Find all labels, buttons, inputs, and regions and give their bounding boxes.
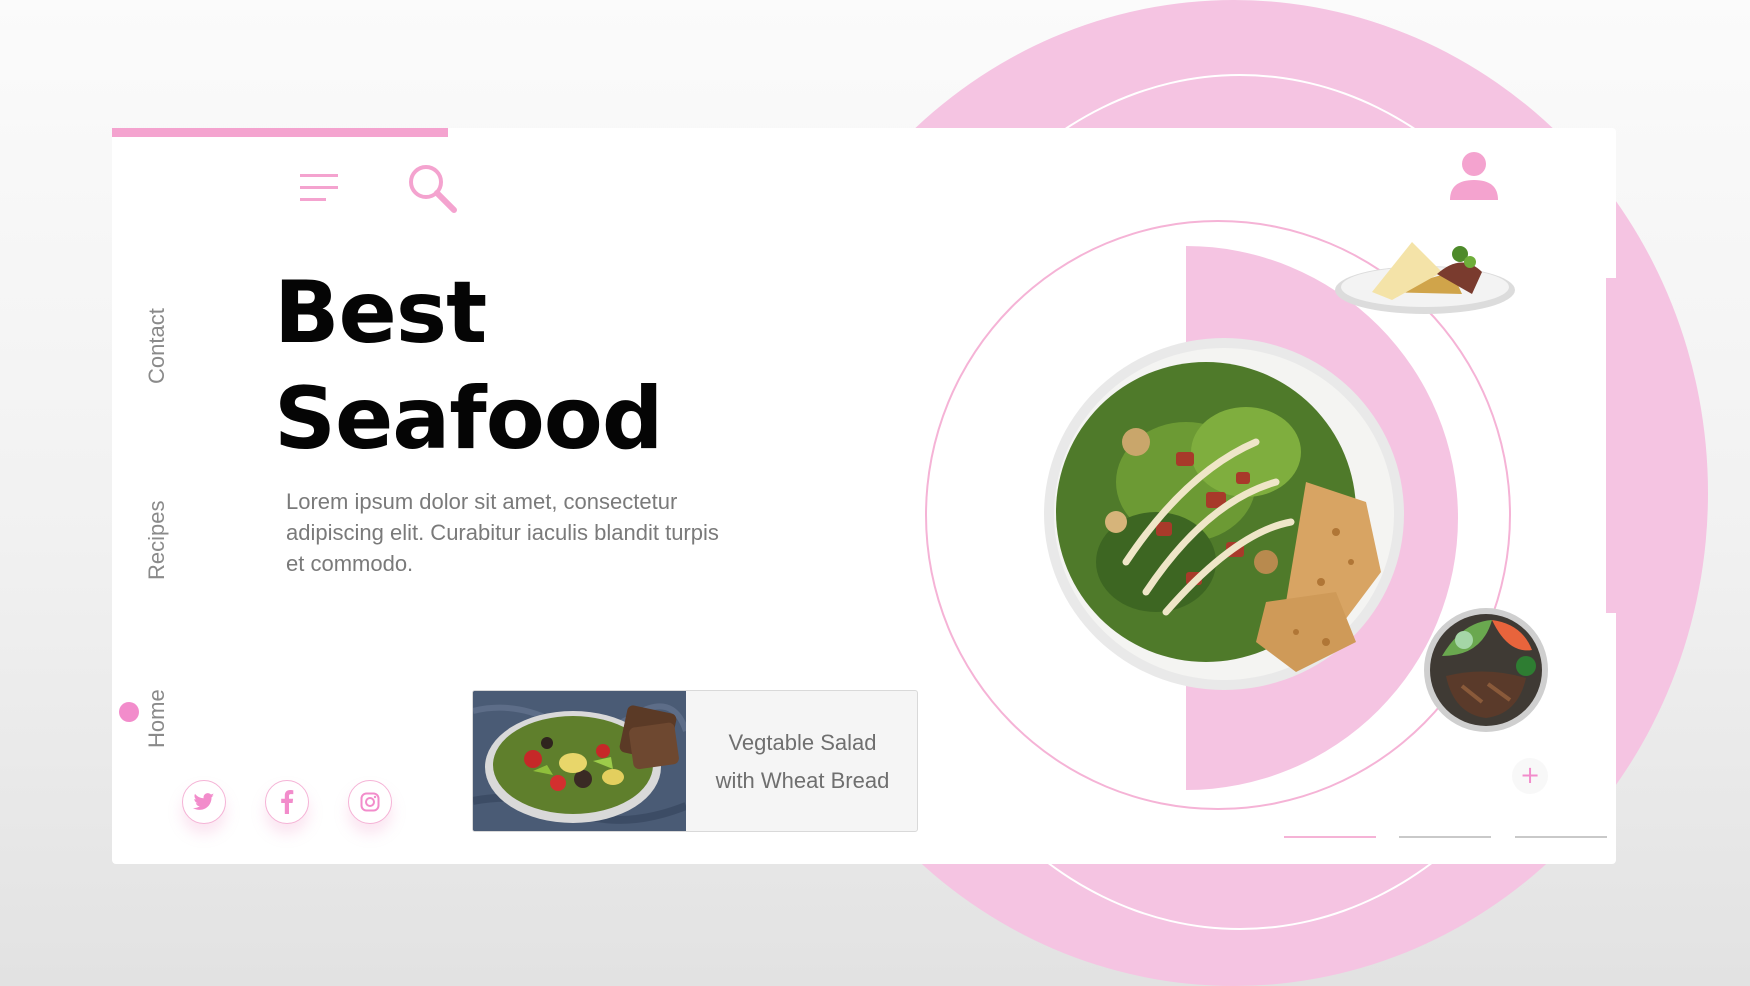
menu-icon[interactable] [298,170,340,206]
facebook-icon [281,790,294,814]
twitter-button[interactable] [182,780,226,824]
page-title: Best Seafood [274,260,834,472]
instagram-button[interactable] [348,780,392,824]
featured-recipe-card[interactable]: Vegtable Salad with Wheat Bread [472,690,918,832]
card-edge-strip [1606,278,1616,613]
active-nav-indicator [119,702,139,722]
nav-home[interactable]: Home [144,689,170,748]
card-accent-bar [112,128,448,137]
salad-image [473,691,689,831]
hero-description: Lorem ipsum dolor sit amet, consectetur … [286,489,719,576]
add-button[interactable]: + [1512,758,1548,794]
slide-indicator-1[interactable] [1284,836,1376,838]
sandwich-plate [1335,242,1515,314]
featured-recipe-label: Vegtable Salad with Wheat Bread [715,730,890,793]
search-icon[interactable] [406,162,458,214]
main-card: Contact Recipes Home Best Seafood Lorem … [112,128,1616,864]
nav-contact[interactable]: Contact [144,308,170,384]
slide-indicator-2[interactable] [1399,836,1491,838]
twitter-icon [193,793,215,810]
beef-bowl [1424,608,1548,732]
slide-indicator-3[interactable] [1515,836,1607,838]
title-line-1: Best [274,263,487,363]
user-icon[interactable] [1448,150,1500,202]
title-line-2: Seafood [274,369,663,469]
instagram-icon [360,792,380,812]
caesar-salad-plate [1044,338,1404,690]
facebook-button[interactable] [265,780,309,824]
nav-recipes[interactable]: Recipes [144,501,170,580]
